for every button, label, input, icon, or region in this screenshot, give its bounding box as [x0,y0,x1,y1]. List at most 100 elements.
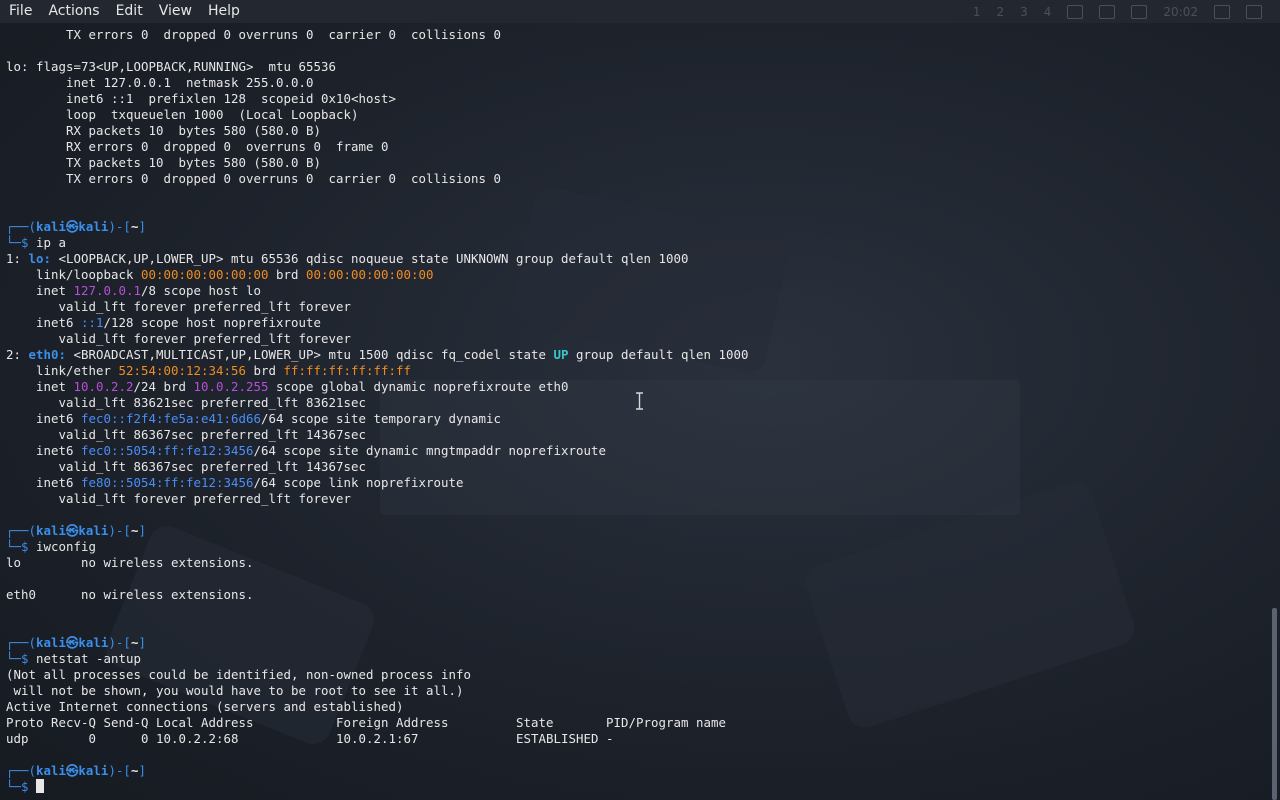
panel-clock: 20:02 [1163,4,1198,19]
terminal-line: RX errors 0 dropped 0 overruns 0 frame 0 [6,139,389,155]
terminal-text-segment: RX packets 10 bytes 580 (580.0 B) [6,123,321,138]
terminal-line: lo: flags=73<UP,LOOPBACK,RUNNING> mtu 65… [6,59,336,75]
terminal-text-segment: kali㉿kali [36,523,109,538]
terminal-line: inet6 fec0::f2f4:fe5a:e41:6d66/64 scope … [6,411,501,427]
terminal-text-segment: /128 scope host noprefixroute [103,315,321,330]
terminal-line: inet6 ::1 prefixlen 128 scopeid 0x10<hos… [6,91,396,107]
terminal-text-segment: <BROADCAST,MULTICAST,UP,LOWER_UP> mtu 15… [73,347,554,362]
terminal-text-segment: valid_lft 83621sec preferred_lft 83621se… [6,395,366,410]
terminal-line: valid_lft 86367sec preferred_lft 14367se… [6,427,366,443]
terminal-line: valid_lft forever preferred_lft forever [6,299,351,315]
terminal-text-segment: group default qlen 1000 [568,347,749,362]
terminal-line: valid_lft 83621sec preferred_lft 83621se… [6,395,366,411]
terminal-text-segment: scope global dynamic noprefixroute eth0 [268,379,569,394]
terminal-text-segment: TX errors 0 dropped 0 overruns 0 carrier… [6,27,501,42]
terminal-output[interactable]: TX errors 0 dropped 0 overruns 0 carrier… [0,27,1268,797]
terminal-line: link/ether 52:54:00:12:34:56 brd ff:ff:f… [6,363,411,379]
terminal-text-segment: valid_lft forever preferred_lft forever [6,299,351,314]
terminal-line: inet 127.0.0.1/8 scope host lo [6,283,261,299]
terminal-text-segment: /64 scope link noprefixroute [253,475,464,490]
workspace-4: 4 [1043,4,1052,19]
terminal-line: inet 127.0.0.1 netmask 255.0.0.0 [6,75,314,91]
menu-help[interactable]: Help [199,0,247,23]
terminal-text-segment: 2: [6,347,29,362]
terminal-line: lo no wireless extensions. [6,555,254,571]
terminal-text-segment: link/loopback [6,267,141,282]
terminal-text-segment: inet6 [6,475,81,490]
lock-icon [1214,4,1230,19]
terminal-line: valid_lft 86367sec preferred_lft 14367se… [6,459,366,475]
terminal-text-segment: TX errors 0 dropped 0 overruns 0 carrier… [6,171,501,186]
terminal-line: inet6 fe80::5054:ff:fe12:3456/64 scope l… [6,475,464,491]
terminal-text-segment: inet 127.0.0.1 netmask 255.0.0.0 [6,75,314,90]
terminal-text-segment: kali㉿kali [36,635,109,650]
terminal-text-segment: ::1 [81,315,104,330]
menu-view[interactable]: View [150,0,199,23]
terminal-line: Proto Recv-Q Send-Q Local Address Foreig… [6,715,726,731]
terminal-text-segment: ┌──( [6,219,36,234]
terminal-text-segment: Proto Recv-Q Send-Q Local Address Foreig… [6,715,726,730]
terminal-text-segment: )-[ [108,763,131,778]
terminal-text-segment: /8 scope host lo [141,283,261,298]
terminal-line: inet6 ::1/128 scope host noprefixroute [6,315,321,331]
terminal-text-segment: 00:00:00:00:00:00 [306,267,434,282]
terminal-text-segment: ] [138,523,146,538]
terminal-text-segment: ip a [36,235,66,250]
terminal-line: valid_lft forever preferred_lft forever [6,331,351,347]
terminal-text-segment: udp 0 0 10.0.2.2:68 10.0.2.1:67 ESTABLIS… [6,731,614,746]
mouse-ibeam-cursor-icon [636,392,643,410]
text-cursor [36,779,44,793]
terminal-line: TX packets 10 bytes 580 (580.0 B) [6,155,321,171]
terminal-text-segment: lo: flags=73<UP,LOOPBACK,RUNNING> mtu 65… [6,59,336,74]
terminal-scrollbar[interactable] [1268,23,1280,800]
terminal-line: ┌──(kali㉿kali)-[~] [6,523,146,539]
terminal-text-segment: <LOOPBACK,UP,LOWER_UP> mtu 65536 qdisc n… [58,251,689,266]
terminal-text-segment: └─$ [6,539,36,554]
terminal-text-segment: eth0 no wireless extensions. [6,587,254,602]
terminal-line: └─$ ip a [6,235,66,251]
volume-icon [1099,4,1116,19]
terminal-text-segment: TX packets 10 bytes 580 (580.0 B) [6,155,321,170]
terminal-text-segment: ff:ff:ff:ff:ff:ff [283,363,411,378]
terminal-text-segment: netstat -antup [36,651,141,666]
menu-edit[interactable]: Edit [107,0,150,23]
terminal-text-segment: kali㉿kali [36,219,109,234]
terminal-text-segment: inet [6,379,74,394]
terminal-text-segment: RX errors 0 dropped 0 overruns 0 frame 0 [6,139,389,154]
terminal-text-segment: inet6 [6,315,81,330]
terminal-line: 1: lo: <LOOPBACK,UP,LOWER_UP> mtu 65536 … [6,251,688,267]
terminal-text-segment: lo no wireless extensions. [6,555,254,570]
terminal-text-segment: inet6 [6,443,81,458]
terminal-text-segment: fec0::f2f4:fe5a:e41:6d66 [81,411,261,426]
terminal-line: ┌──(kali㉿kali)-[~] [6,763,146,779]
terminal-text-segment: )-[ [108,219,131,234]
terminal-text-segment: ] [138,219,146,234]
terminal-text-segment: valid_lft 86367sec preferred_lft 14367se… [6,459,366,474]
terminal-line: Active Internet connections (servers and… [6,699,404,715]
terminal-text-segment: /64 scope site dynamic mngtmpaddr nopref… [253,443,606,458]
terminal-text-segment: brd [246,363,284,378]
terminal-line: └─$ netstat -antup [6,651,141,667]
terminal-line: TX errors 0 dropped 0 overruns 0 carrier… [6,27,501,43]
terminal-line: valid_lft forever preferred_lft forever [6,491,351,507]
power-icon [1246,4,1262,19]
notification-icon [1131,4,1148,19]
terminal-text-segment: link/ether [6,363,119,378]
terminal-text-segment: ┌──( [6,635,36,650]
terminal-line: 2: eth0: <BROADCAST,MULTICAST,UP,LOWER_U… [6,347,749,363]
terminal-line: link/loopback 00:00:00:00:00:00 brd 00:0… [6,267,434,283]
terminal-text-segment: brd [268,267,306,282]
terminal-menubar: File Actions Edit View Help 1 2 3 4 20:0… [0,0,1280,23]
terminal-text-segment: ] [138,635,146,650]
terminal-line: loop txqueuelen 1000 (Local Loopback) [6,107,359,123]
terminal-text-segment: /24 brd [133,379,194,394]
scrollbar-thumb[interactable] [1272,608,1277,800]
menu-file[interactable]: File [0,0,39,23]
terminal-text-segment: valid_lft forever preferred_lft forever [6,331,351,346]
menu-actions[interactable]: Actions [39,0,106,23]
terminal-text-segment: valid_lft forever preferred_lft forever [6,491,351,506]
terminal-text-segment: fec0::5054:ff:fe12:3456 [81,443,254,458]
terminal-text-segment: iwconfig [36,539,96,554]
terminal-text-segment: kali㉿kali [36,763,109,778]
terminal-text-segment: ┌──( [6,763,36,778]
